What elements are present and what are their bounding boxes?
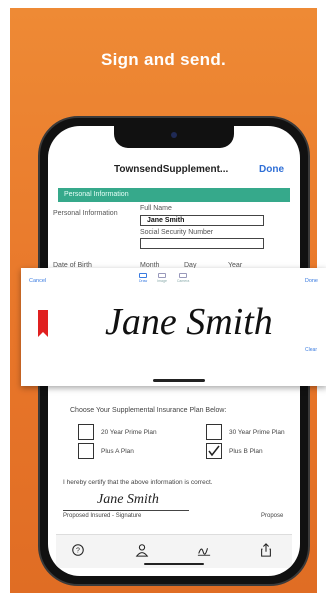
small-signature: Jane Smith (97, 492, 159, 507)
signature-panel[interactable]: Cancel Draw Image Camera Done Jane Smith… (21, 268, 326, 386)
signature-icon[interactable] (196, 543, 212, 557)
title-bar: TownsendSupplement... Done (48, 160, 300, 182)
sig-cancel-button[interactable]: Cancel (29, 278, 46, 284)
svg-text:?: ? (76, 548, 80, 555)
image-tool[interactable]: Image (157, 273, 167, 283)
draw-icon (139, 273, 148, 278)
headline: Sign and send. (100, 50, 227, 69)
personal-info-label: Personal Information (53, 210, 118, 217)
plan-label-20yr: 20 Year Prime Plan (101, 429, 157, 436)
ssn-field[interactable] (140, 238, 264, 249)
share-icon[interactable] (258, 543, 274, 557)
bottom-toolbar: ? (56, 534, 292, 568)
sig-panel-indicator (153, 379, 205, 382)
checkmark-icon (208, 445, 220, 457)
plans-title: Choose Your Supplemental Insurance Plan … (70, 407, 227, 414)
plan-label-plus-a: Plus A Plan (101, 448, 134, 455)
insured-signature-label: Proposed Insured - Signature (63, 513, 142, 519)
plan-checkbox-30yr[interactable] (206, 424, 222, 440)
sig-done-button[interactable]: Done (305, 278, 318, 284)
svg-text:Jane Smith: Jane Smith (97, 492, 159, 507)
plan-checkbox-plus-a[interactable] (78, 443, 94, 459)
signature-line (63, 510, 189, 511)
plan-checkbox-20yr[interactable] (78, 424, 94, 440)
section-header: Personal Information (58, 188, 290, 202)
plan-checkbox-plus-b[interactable] (206, 443, 222, 459)
camera-icon (171, 132, 177, 138)
camera-tool-icon (179, 273, 188, 278)
full-name-field[interactable]: Jane Smith (140, 215, 264, 226)
plan-label-30yr: 30 Year Prime Plan (229, 429, 285, 436)
document-title: TownsendSupplement... (114, 164, 229, 175)
plan-label-plus-b: Plus B Plan (229, 448, 263, 455)
image-icon (158, 273, 167, 278)
signature-drawing[interactable]: Jane Smith (101, 290, 301, 350)
sig-tool-group: Draw Image Camera (139, 273, 189, 283)
svg-text:Jane Smith: Jane Smith (105, 301, 273, 343)
ssn-label: Social Security Number (140, 229, 214, 236)
certify-text: I hereby certify that the above informat… (63, 479, 213, 486)
person-icon[interactable] (134, 543, 150, 557)
full-name-label: Full Name (140, 205, 172, 212)
done-button[interactable]: Done (259, 164, 284, 175)
help-icon[interactable]: ? (70, 543, 86, 557)
sig-clear-button[interactable]: Clear (305, 347, 317, 353)
home-indicator (144, 563, 204, 565)
proposed-label: Propose (261, 513, 284, 519)
camera-tool[interactable]: Camera (177, 273, 189, 283)
acrobat-ribbon-icon (38, 310, 48, 337)
phone-notch (114, 126, 234, 148)
draw-tool[interactable]: Draw (139, 273, 147, 283)
